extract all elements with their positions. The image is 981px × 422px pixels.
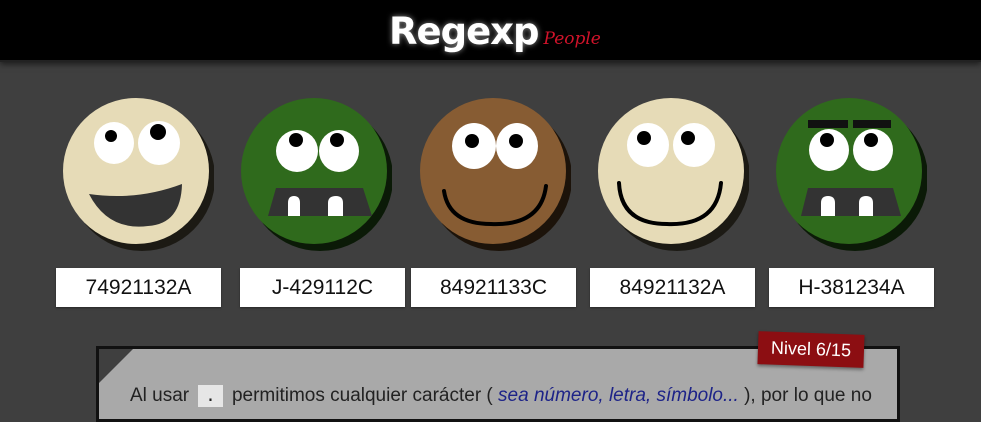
logo-main-text: Regexp — [389, 10, 540, 53]
face-3-label: 84921133C — [411, 268, 576, 307]
level-label: Nivel — [770, 337, 812, 359]
instruction-part-1: Al usar — [130, 385, 190, 406]
instruction-text: Al usar . permitimos cualquier carácter … — [130, 385, 872, 407]
logo[interactable]: Regexp People — [389, 6, 601, 54]
face-1 — [62, 96, 214, 252]
teeth-face-icon — [241, 98, 392, 251]
face-4-label: 84921132A — [590, 268, 755, 307]
code-snippet: . — [198, 385, 223, 407]
face-3 — [419, 96, 571, 252]
face-skin — [776, 98, 922, 244]
face-2 — [240, 96, 392, 252]
teeth-brows-face-icon — [776, 98, 927, 251]
smile-face-icon — [598, 98, 749, 251]
level-badge: Nivel 6 / 15 — [757, 331, 865, 368]
face-5-label: H-381234A — [769, 268, 934, 307]
open-smile-face-icon — [63, 98, 214, 251]
instruction-highlight: sea número, letra, símbolo... — [498, 385, 739, 406]
face-1-label: 74921132A — [56, 268, 221, 307]
face-5 — [775, 96, 927, 252]
face-2-label: J-429112C — [240, 268, 405, 307]
top-bar: Regexp People — [0, 0, 981, 62]
level-total: 15 — [830, 339, 852, 361]
face-skin — [241, 98, 387, 244]
folded-corner — [99, 349, 133, 383]
instruction-part-2: permitimos cualquier carácter ( — [231, 385, 493, 406]
face-4 — [597, 96, 749, 252]
logo-sub-text: People — [543, 29, 601, 49]
smile-face-icon — [420, 98, 571, 251]
instruction-part-3: ), por lo que no — [744, 385, 872, 406]
